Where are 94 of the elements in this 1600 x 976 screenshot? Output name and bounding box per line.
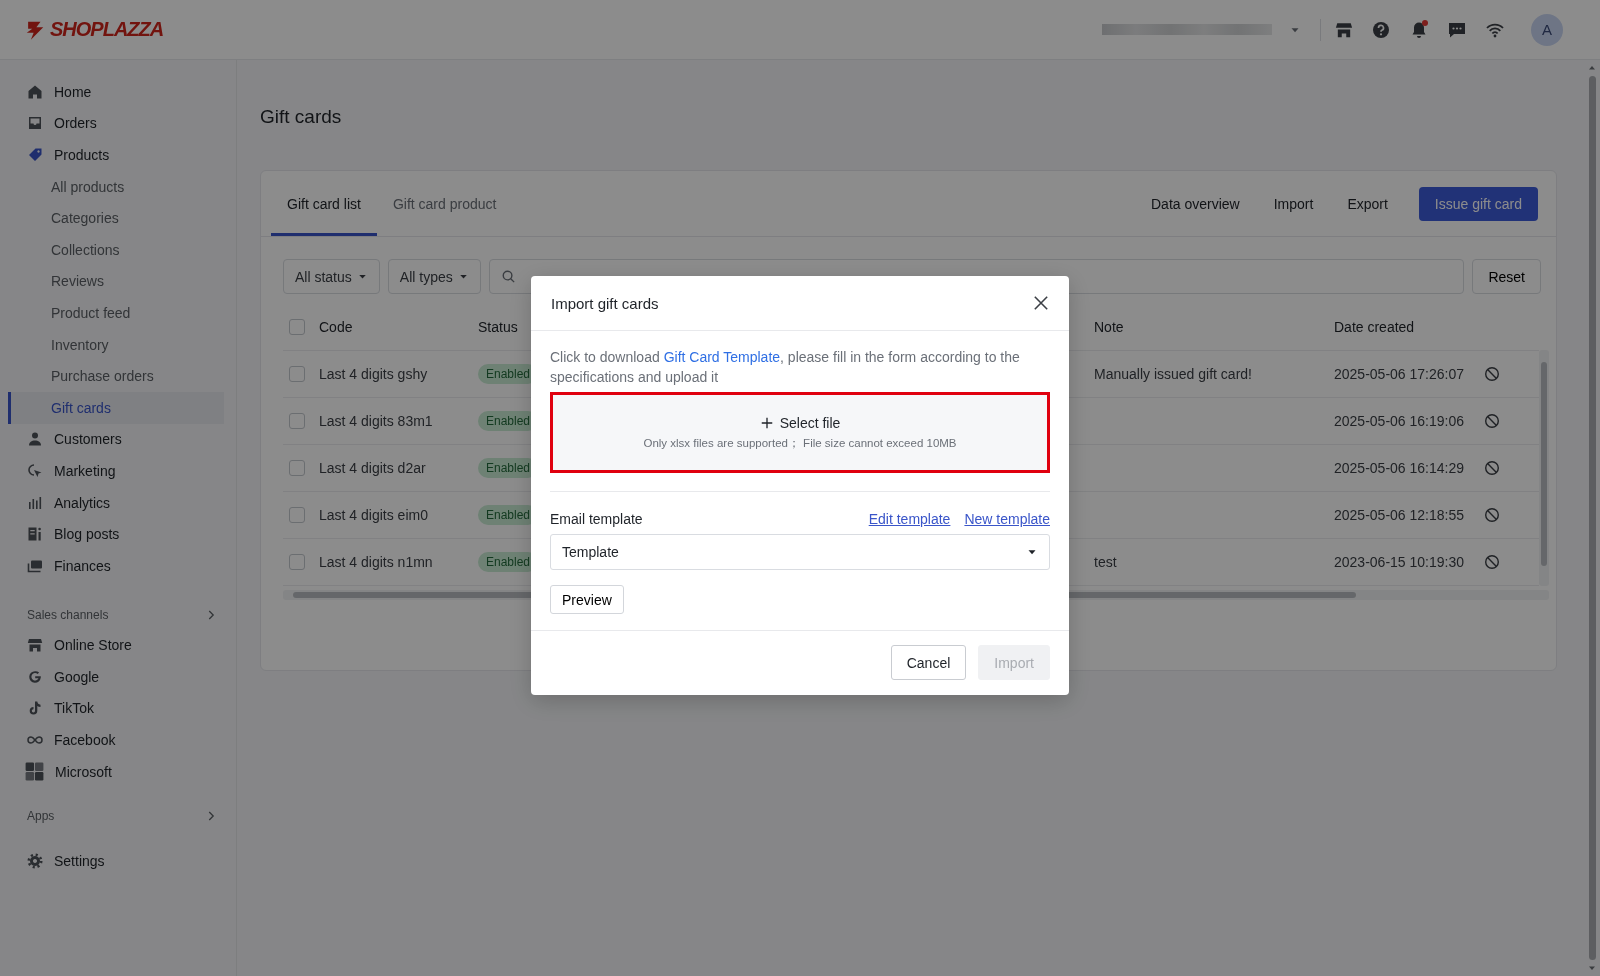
cancel-button[interactable]: Cancel — [890, 645, 967, 680]
music-note-icon — [27, 700, 43, 717]
table-cell: Last 4 digits eim0 — [319, 507, 428, 523]
sidebar-item[interactable]: Finances — [8, 549, 224, 582]
ban-icon[interactable] — [1484, 507, 1500, 523]
column-header: Date created — [1334, 319, 1415, 335]
checkbox[interactable] — [289, 507, 305, 523]
table-cell: Manually issued gift card! — [1094, 366, 1252, 382]
bell-icon[interactable] — [1409, 19, 1429, 40]
sidebar-item[interactable]: Customers — [8, 423, 224, 456]
checkbox[interactable] — [289, 460, 305, 476]
gear-icon — [27, 853, 43, 870]
grid-icon — [25, 762, 44, 782]
sidebar-item[interactable]: Orders — [8, 107, 224, 140]
link[interactable]: Edit template — [868, 511, 951, 527]
toolbar-button[interactable]: Export — [1330, 186, 1405, 221]
template-select[interactable]: Template — [550, 534, 1050, 570]
avatar[interactable]: A — [1531, 13, 1563, 46]
table-cell: 2025-05-06 12:18:55 — [1334, 507, 1464, 523]
help-icon[interactable] — [1371, 19, 1391, 40]
dialog-title: Import gift cards — [551, 294, 659, 312]
ban-icon[interactable] — [1484, 413, 1500, 429]
g-logo-icon — [27, 668, 43, 685]
cursor-icon — [27, 462, 43, 479]
sidebar-item[interactable]: Categories — [8, 202, 224, 234]
page-title: Gift cards — [260, 105, 343, 129]
table-cell: Last 4 digits d2ar — [319, 460, 426, 476]
ban-icon[interactable] — [1484, 366, 1500, 382]
logo-text: SHOPLAZZA — [50, 18, 164, 41]
section-header[interactable]: Apps — [8, 801, 224, 832]
sidebar-item[interactable]: Gift cards — [8, 391, 224, 424]
sidebar-item[interactable]: Product feed — [8, 297, 224, 329]
sidebar-item[interactable]: Collections — [8, 233, 224, 266]
home-icon — [27, 83, 43, 100]
tab[interactable]: Gift card list — [271, 174, 377, 236]
table-cell: Last 4 digits 83m1 — [319, 413, 433, 429]
table-cell: 2023-06-15 10:19:30 — [1334, 554, 1464, 570]
store-icon — [27, 637, 43, 654]
sidebar-item[interactable]: Blog posts — [8, 518, 224, 550]
file-drop-zone[interactable]: Select file Only xlsx files are supported； File size cannot exceed 10MB — [550, 392, 1050, 473]
arrow-down-icon — [1588, 964, 1596, 972]
inbox-icon — [27, 115, 43, 132]
column-header: Status — [478, 319, 518, 335]
ban-icon[interactable] — [1484, 460, 1500, 476]
sidebar-item[interactable]: Inventory — [8, 328, 224, 361]
table-cell: test — [1094, 554, 1117, 570]
arrow-up-icon — [1588, 64, 1596, 72]
column-header: Code — [319, 319, 353, 335]
sidebar-item[interactable]: TikTok — [8, 692, 224, 725]
table-cell: Last 4 digits n1mn — [319, 554, 433, 570]
tab[interactable]: Gift card product — [376, 174, 513, 236]
table-cell: 2025-05-06 17:26:07 — [1334, 366, 1464, 382]
sidebar-item[interactable]: Marketing — [8, 455, 224, 487]
section-header[interactable]: Sales channels — [8, 599, 224, 630]
sidebar-item[interactable]: Google — [8, 661, 224, 693]
column-header: Note — [1094, 319, 1124, 335]
sidebar-item[interactable]: Microsoft — [8, 755, 224, 788]
sidebar-item[interactable]: Settings — [8, 845, 224, 878]
close-icon — [1032, 294, 1050, 312]
store-icon[interactable] — [1335, 20, 1353, 39]
toolbar-button[interactable]: Data overview — [1134, 186, 1257, 221]
sidebar-item[interactable]: Home — [8, 76, 224, 108]
table-cell: 2025-05-06 16:19:06 — [1334, 413, 1464, 429]
checkbox[interactable] — [289, 366, 305, 382]
link[interactable]: New template — [964, 511, 1050, 527]
filter-dropdown[interactable]: All types — [387, 259, 481, 294]
issue-gift-card-button[interactable]: Issue gift card — [1418, 186, 1538, 221]
table-cell: Last 4 digits gshy — [319, 366, 428, 382]
filter-dropdown[interactable]: All status — [283, 259, 380, 294]
sidebar-item[interactable]: Facebook — [8, 724, 224, 756]
checkbox[interactable] — [289, 319, 305, 335]
ban-icon[interactable] — [1484, 554, 1500, 570]
sidebar-item[interactable]: Purchase orders — [8, 360, 224, 392]
tag-icon — [27, 147, 43, 163]
plus-icon — [759, 415, 774, 430]
document-icon — [27, 526, 43, 543]
checkbox[interactable] — [289, 413, 305, 429]
reset-button[interactable]: Reset — [1472, 259, 1541, 294]
search-icon — [500, 269, 516, 284]
sidebar-item[interactable]: Online Store — [8, 629, 224, 662]
checkbox[interactable] — [289, 554, 305, 570]
toolbar-button[interactable]: Import — [1256, 186, 1331, 221]
instruction-text: Click to download Gift Card Template, please fill in the form according to the specifications and upload it — [550, 348, 1021, 387]
bar-chart-icon — [27, 494, 43, 511]
close-button[interactable] — [1032, 294, 1050, 312]
sidebar-item[interactable]: All products — [8, 170, 224, 203]
template-link[interactable]: Gift Card Template — [663, 349, 781, 365]
sidebar-item[interactable]: Reviews — [8, 265, 224, 298]
sidebar-item[interactable]: Analytics — [8, 486, 224, 519]
preview-button[interactable]: Preview — [550, 585, 624, 614]
table-cell: 2025-05-06 16:14:29 — [1334, 460, 1464, 476]
field-label: Email template — [550, 511, 643, 527]
person-icon — [27, 431, 43, 448]
sidebar-item[interactable]: Products — [8, 139, 224, 171]
